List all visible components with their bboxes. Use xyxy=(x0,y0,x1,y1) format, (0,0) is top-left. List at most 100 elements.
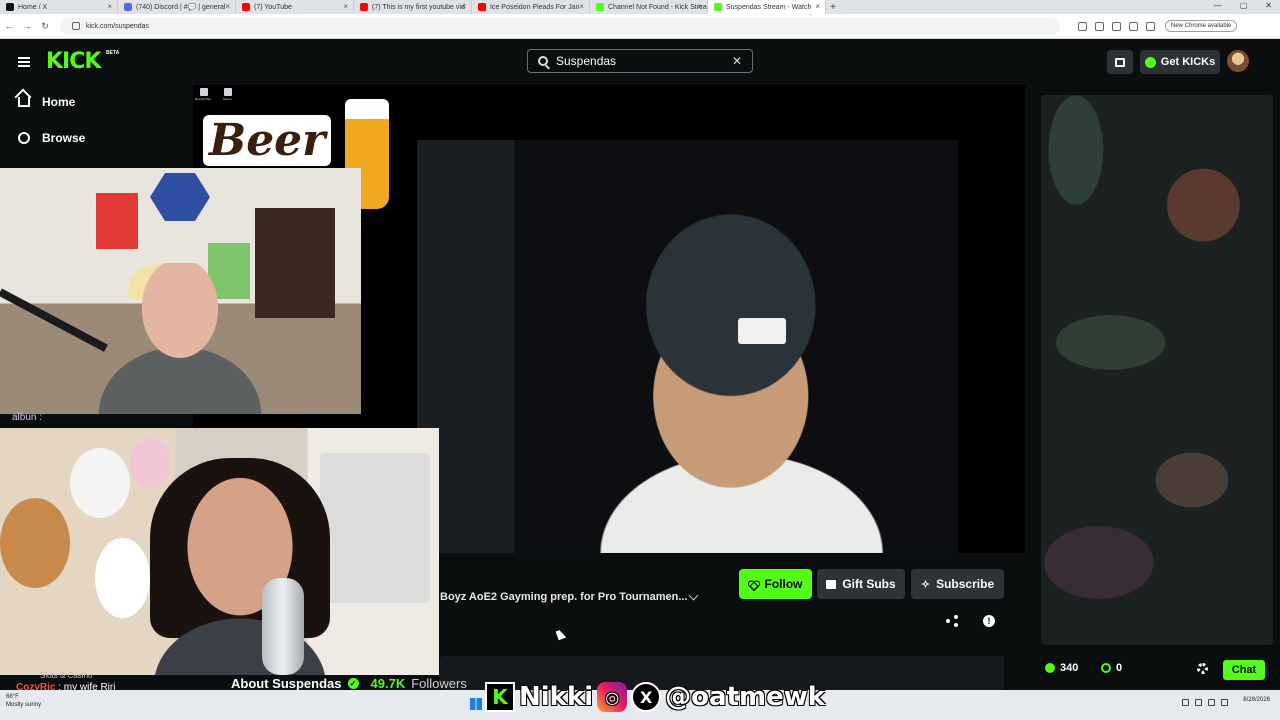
kick-k-icon: K xyxy=(485,682,515,712)
x-logo-icon: X xyxy=(631,682,662,712)
extension-icon[interactable] xyxy=(1129,21,1138,31)
mic-arm xyxy=(0,288,108,352)
poster xyxy=(96,193,138,249)
tab-favicon-icon xyxy=(478,3,486,11)
following-panel-button[interactable] xyxy=(1107,50,1133,74)
minimize-icon[interactable]: — xyxy=(1214,1,1222,10)
maximize-icon[interactable]: ▢ xyxy=(1240,1,1248,10)
reactor-webcam xyxy=(0,168,361,414)
tray-icon[interactable] xyxy=(1182,699,1189,706)
plush-toy xyxy=(70,448,130,518)
tab-favicon-icon xyxy=(6,3,14,11)
browser-tab[interactable]: Ice Poseidon Pleads For Jan × xyxy=(472,0,590,14)
subscribe-label: Subscribe xyxy=(936,577,995,591)
browser-tab[interactable]: Channel Not Found - Kick Strea × xyxy=(590,0,708,14)
viewer-count: 340 xyxy=(1045,662,1078,674)
report-icon[interactable]: ! xyxy=(983,615,995,627)
get-kicks-button[interactable]: Get KICKs xyxy=(1140,50,1220,74)
url-text: kick.com/suspendas xyxy=(86,22,150,30)
viewer-count-value: 340 xyxy=(1060,662,1079,674)
share-dot xyxy=(946,619,950,623)
streamer-name-banner: K Nikki ◎ X @oatmewk xyxy=(485,680,825,714)
beer-sign: Beer xyxy=(203,115,332,166)
sidebar-item-home[interactable]: Home xyxy=(18,95,75,109)
sidebar: Home Browse xyxy=(0,85,192,175)
tab-title: Channel Not Found - Kick Strea xyxy=(608,3,707,11)
home-icon xyxy=(18,97,30,107)
close-tab-icon[interactable]: × xyxy=(225,2,230,11)
gift-icon xyxy=(826,579,837,589)
chat-messages-blurred xyxy=(1041,95,1273,645)
subscribe-button[interactable]: ✧ Subscribe xyxy=(911,569,1004,599)
close-tab-icon[interactable]: × xyxy=(343,2,348,11)
clock[interactable]: 8/28/2026 xyxy=(1243,696,1270,704)
tab-title: (7) This is my first youtube vid xyxy=(372,3,465,11)
hexagon-decor xyxy=(150,173,210,221)
tab-favicon-icon xyxy=(596,3,604,11)
kick-logo[interactable]: KICK xyxy=(46,49,101,74)
address-bar[interactable]: kick.com/suspendas xyxy=(60,17,1060,35)
windows-start-icon[interactable] xyxy=(470,698,482,710)
forward-icon[interactable]: → xyxy=(18,21,36,31)
zoom-icon[interactable] xyxy=(1078,21,1087,31)
browser-tab[interactable]: (740) Discord | #💬 | general × xyxy=(118,0,236,14)
date: 8/28/2026 xyxy=(1243,697,1270,703)
follow-button[interactable]: Follow xyxy=(739,569,812,599)
user-avatar[interactable] xyxy=(1227,50,1249,72)
tab-favicon-icon xyxy=(124,3,132,11)
weather-desc: Mostly sunny xyxy=(6,702,42,708)
heart-icon xyxy=(749,580,759,589)
sidebar-item-browse[interactable]: Browse xyxy=(18,131,85,145)
volume-icon[interactable] xyxy=(1208,699,1215,706)
search-input[interactable] xyxy=(556,54,732,68)
wifi-icon[interactable] xyxy=(1195,699,1202,706)
extension-icon[interactable] xyxy=(1112,21,1121,31)
share-icon[interactable] xyxy=(946,615,958,627)
puzzle-icon[interactable] xyxy=(1146,21,1155,31)
search-box[interactable]: ✕ xyxy=(527,49,753,73)
close-tab-icon[interactable]: × xyxy=(579,2,584,11)
overlay-slots-text: Slots & Casino xyxy=(40,671,93,680)
studio-mic xyxy=(262,578,304,675)
share-dot xyxy=(954,623,958,627)
clear-search-icon[interactable]: ✕ xyxy=(732,54,742,68)
gear-icon[interactable] xyxy=(1197,663,1208,674)
sidebar-item-label: Home xyxy=(42,95,76,109)
back-icon[interactable]: ← xyxy=(0,21,18,31)
close-tab-icon[interactable]: × xyxy=(815,2,820,11)
share-dot xyxy=(954,615,958,619)
plush-toy xyxy=(95,538,150,618)
chrome-update-button[interactable]: New Chrome available xyxy=(1165,20,1238,32)
close-window-icon[interactable]: ✕ xyxy=(1265,1,1272,10)
tab-title: (7) YouTube xyxy=(254,3,292,11)
follow-label: Follow xyxy=(764,577,803,591)
close-tab-icon[interactable]: × xyxy=(107,2,112,11)
browser-tab[interactable]: Suspendas Stream - Watch × xyxy=(708,0,826,14)
tab-title: Suspendas Stream - Watch xyxy=(726,3,812,11)
chevron-down-icon[interactable] xyxy=(688,590,699,601)
chat-send-button[interactable]: Chat xyxy=(1223,660,1265,680)
browser-tab[interactable]: Home / X × xyxy=(0,0,118,14)
browser-tab[interactable]: (7) YouTube × xyxy=(236,0,354,14)
menu-icon[interactable] xyxy=(18,57,30,67)
guitar-rack xyxy=(255,208,335,318)
close-tab-icon[interactable]: × xyxy=(461,2,466,11)
site-info-icon[interactable] xyxy=(72,22,80,30)
desktop-icon-label: Recycle Bin xyxy=(195,97,211,101)
battery-icon[interactable] xyxy=(1221,699,1228,706)
stream-title: Boyz AoE2 Gayming prep. for Pro Tourname… xyxy=(440,591,688,603)
whiteboard xyxy=(320,453,430,603)
bookmark-icon[interactable] xyxy=(1095,21,1104,31)
new-tab-button[interactable]: + xyxy=(826,2,840,13)
weather-widget[interactable]: 68°F Mostly sunny xyxy=(6,693,41,709)
streamer-camera xyxy=(417,140,958,553)
guest-webcam xyxy=(0,428,439,675)
tab-favicon-icon xyxy=(360,3,368,11)
weather-temp: 68°F xyxy=(6,694,19,700)
system-tray xyxy=(1182,699,1228,706)
browser-tab[interactable]: (7) This is my first youtube vid × xyxy=(354,0,472,14)
close-tab-icon[interactable]: × xyxy=(697,2,702,11)
reload-icon[interactable]: ↻ xyxy=(36,21,54,32)
gift-subs-button[interactable]: Gift Subs xyxy=(817,569,905,599)
compass-icon xyxy=(18,132,30,144)
